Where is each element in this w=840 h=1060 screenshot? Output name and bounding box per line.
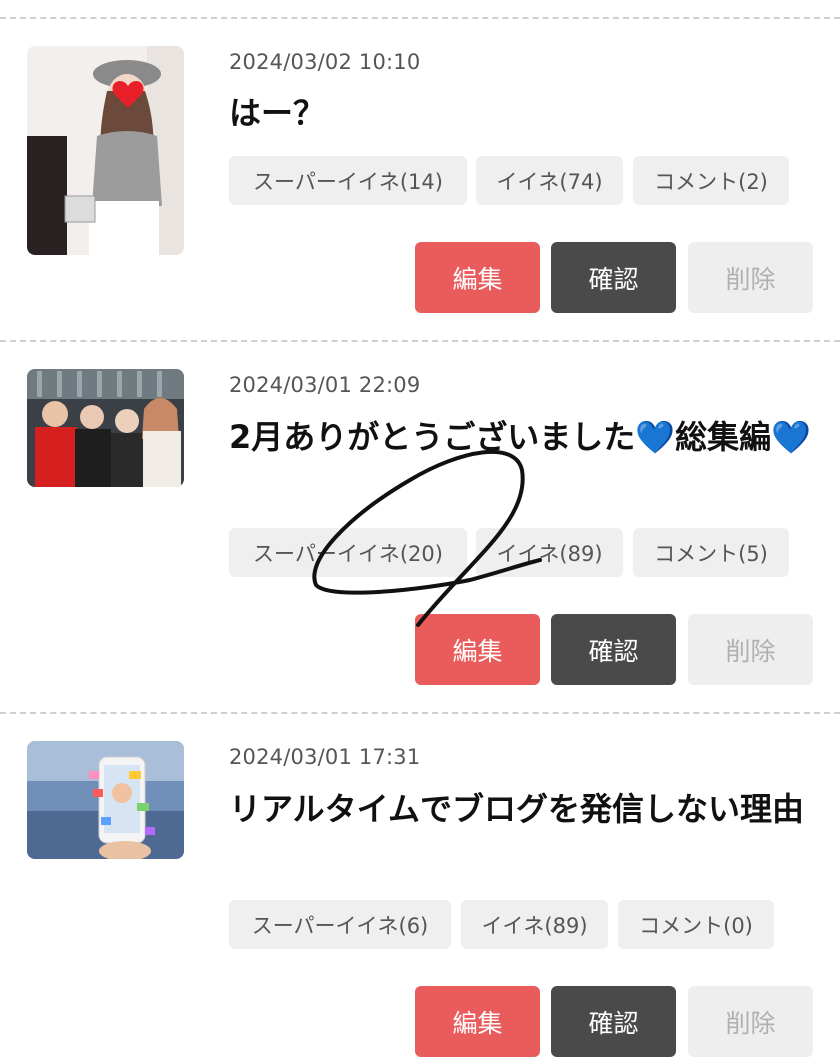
like-chip[interactable]: イイネ(89) [461, 900, 608, 949]
post-title[interactable]: はー？ [229, 92, 814, 134]
post-item[interactable]: 2024/03/01 22:09 2月ありがとうございました💙総集編💙 スーパー… [0, 342, 840, 712]
confirm-button[interactable]: 確認 [551, 242, 676, 313]
comment-chip[interactable]: コメント(5) [633, 528, 789, 577]
post-thumbnail[interactable] [27, 741, 184, 859]
super-like-chip[interactable]: スーパーイイネ(14) [229, 156, 467, 205]
super-like-chip[interactable]: スーパーイイネ(20) [229, 528, 467, 577]
comment-chip[interactable]: コメント(2) [633, 156, 789, 205]
edit-button[interactable]: 編集 [415, 614, 540, 685]
post-thumbnail[interactable] [27, 46, 184, 255]
post-title[interactable]: リアルタイムでブログを発信しない理由 [229, 788, 814, 830]
edit-button[interactable]: 編集 [415, 242, 540, 313]
post-date: 2024/03/02 10:10 [229, 50, 421, 74]
post-date: 2024/03/01 22:09 [229, 373, 421, 397]
post-date: 2024/03/01 17:31 [229, 745, 421, 769]
delete-button[interactable]: 削除 [688, 242, 813, 313]
post-item[interactable]: 2024/03/02 10:10 はー？ スーパーイイネ(14) イイネ(74)… [0, 0, 840, 340]
delete-button[interactable]: 削除 [688, 986, 813, 1057]
edit-button[interactable]: 編集 [415, 986, 540, 1057]
post-title[interactable]: 2月ありがとうございました💙総集編💙 [229, 416, 814, 458]
comment-chip[interactable]: コメント(0) [618, 900, 774, 949]
super-like-chip[interactable]: スーパーイイネ(6) [229, 900, 451, 949]
post-thumbnail[interactable] [27, 369, 184, 487]
delete-button[interactable]: 削除 [688, 614, 813, 685]
confirm-button[interactable]: 確認 [551, 614, 676, 685]
like-chip[interactable]: イイネ(89) [476, 528, 623, 577]
like-chip[interactable]: イイネ(74) [476, 156, 623, 205]
post-item[interactable]: 2024/03/01 17:31 リアルタイムでブログを発信しない理由 スーパー… [0, 714, 840, 1060]
confirm-button[interactable]: 確認 [551, 986, 676, 1057]
